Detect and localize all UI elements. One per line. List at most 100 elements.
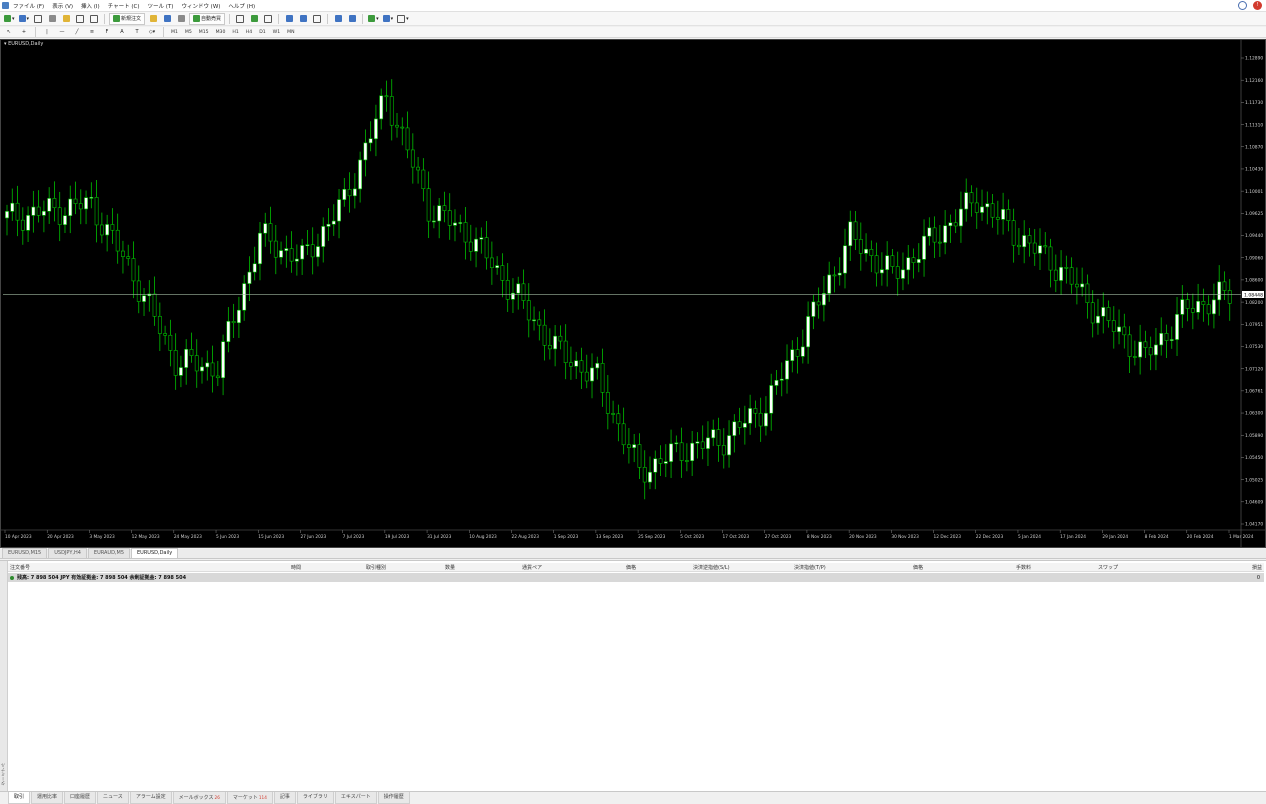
column-swap[interactable]: スワップ	[1098, 564, 1118, 571]
column-sl[interactable]: 決済逆指値(S/L)	[693, 564, 730, 571]
bear-candle	[94, 197, 99, 226]
time-tick-label: 12 May 2023	[132, 534, 160, 540]
signals-button[interactable]	[161, 14, 173, 24]
timeframe-d1[interactable]: D1	[257, 30, 267, 35]
bull-candle	[690, 442, 695, 462]
price-chart[interactable]: 1.08448 1.12890 1.12160 1.11730 1.11310 1.108…	[1, 40, 1265, 547]
zoom-in-icon	[285, 15, 293, 22]
candlestick-button[interactable]	[248, 14, 260, 24]
bull-candle	[142, 295, 146, 302]
bull-candle	[1212, 299, 1216, 315]
chart-tab-active[interactable]: EURUSD,Daily	[131, 548, 179, 558]
column-volume[interactable]: 数量	[445, 564, 455, 571]
bull-candle	[1117, 326, 1121, 332]
chart-window[interactable]: 1.08448 1.12890 1.12160 1.11730 1.11310 1.108…	[0, 39, 1266, 548]
auto-trading-button[interactable]: 自動売買	[189, 12, 226, 25]
tab-trade[interactable]: 取引	[8, 792, 31, 804]
bear-candle	[1043, 245, 1048, 248]
new-chart-button[interactable]: ▾	[3, 14, 16, 24]
timeframe-m5[interactable]: M5	[183, 30, 194, 35]
vertical-line-button[interactable]: |	[41, 27, 53, 37]
chart-tab[interactable]: USDJPY,H4	[48, 548, 87, 558]
menu-help[interactable]: ヘルプ (H)	[228, 2, 255, 10]
periods-button[interactable]: ▾	[382, 14, 395, 24]
bull-candle	[331, 220, 336, 225]
column-profit[interactable]: 損益	[1252, 564, 1262, 571]
column-symbol[interactable]: 通貨ペア	[522, 564, 542, 571]
bull-candle	[1038, 245, 1042, 254]
menu-file[interactable]: ファイル (F)	[13, 2, 44, 10]
trendline-button[interactable]: ╱	[71, 27, 83, 37]
terminal-button[interactable]	[74, 14, 86, 24]
profiles-button[interactable]: ▾	[18, 14, 31, 24]
timeframe-m1[interactable]: M1	[169, 30, 180, 35]
bear-candle	[1132, 356, 1137, 358]
chart-shift-button[interactable]	[332, 14, 344, 24]
bull-candle	[574, 360, 579, 367]
market-button[interactable]	[175, 14, 187, 24]
timeframe-m30[interactable]: M30	[214, 30, 228, 35]
autoscroll-button[interactable]	[346, 14, 358, 24]
cursor-button[interactable]: ↖	[3, 27, 15, 37]
timeframe-h4[interactable]: H4	[244, 30, 254, 35]
menu-items: ファイル (F) 表示 (V) 挿入 (I) チャート (C) ツール (T) …	[13, 2, 255, 10]
navigator-button[interactable]	[60, 14, 72, 24]
line-chart-button[interactable]	[262, 14, 274, 24]
chart-tab[interactable]: EURUSD,M15	[2, 548, 48, 558]
bull-candle	[352, 188, 357, 197]
menu-view[interactable]: 表示 (V)	[52, 2, 73, 10]
menu-chart[interactable]: チャート (C)	[108, 2, 140, 10]
shapes-button[interactable]: ◇▾	[146, 27, 158, 37]
text-button[interactable]: A	[116, 27, 128, 37]
bar-chart-button[interactable]	[234, 14, 246, 24]
channel-button[interactable]: ≡	[86, 27, 98, 37]
tab-articles[interactable]: 記事	[273, 792, 296, 804]
column-current-price[interactable]: 価格	[913, 564, 923, 571]
bear-candle	[1074, 283, 1079, 288]
label-button[interactable]: T	[131, 27, 143, 37]
timeframe-m15[interactable]: M15	[197, 30, 211, 35]
zoom-in-button[interactable]	[283, 14, 295, 24]
indicators-button[interactable]: ▾	[367, 14, 380, 24]
column-tp[interactable]: 決済指値(T/P)	[794, 564, 826, 571]
crosshair-button[interactable]: +	[18, 27, 30, 37]
tab-market[interactable]: マーケット114	[226, 792, 273, 804]
tester-button[interactable]	[88, 14, 100, 24]
terminal-side-handle[interactable]: ターミナル	[0, 561, 8, 791]
menu-tools[interactable]: ツール (T)	[148, 2, 174, 10]
column-price[interactable]: 価格	[626, 564, 636, 571]
tab-alerts[interactable]: アラーム設定	[129, 792, 172, 804]
fibonacci-button[interactable]: F	[101, 27, 113, 37]
tab-account-history[interactable]: 口座履歴	[64, 792, 97, 804]
timeframe-h1[interactable]: H1	[230, 30, 240, 35]
bear-candle	[131, 258, 136, 282]
timeframe-w1[interactable]: W1	[271, 30, 282, 35]
column-commission[interactable]: 手数料	[1016, 564, 1031, 571]
tile-windows-button[interactable]	[311, 14, 323, 24]
bull-candle	[943, 225, 948, 243]
data-window-button[interactable]	[46, 14, 58, 24]
tab-code-base[interactable]: ライブラリ	[296, 792, 334, 804]
column-order[interactable]: 注文番号	[10, 564, 30, 571]
tab-news[interactable]: ニュース	[97, 792, 129, 804]
column-time[interactable]: 時間	[291, 564, 301, 571]
tab-exposure[interactable]: 運用比率	[31, 792, 64, 804]
timeframe-mn[interactable]: MN	[285, 30, 296, 35]
meta-editor-button[interactable]	[147, 14, 159, 24]
tab-journal[interactable]: 操作履歴	[377, 792, 410, 804]
tab-mailbox[interactable]: メールボックス26	[172, 792, 226, 804]
menu-insert[interactable]: 挿入 (I)	[81, 2, 100, 10]
new-order-button[interactable]: 新規注文	[109, 12, 146, 25]
chart-tab[interactable]: EURAUD,M5	[87, 548, 131, 558]
menu-window[interactable]: ウィンドウ (W)	[181, 2, 220, 10]
horizontal-line-button[interactable]: —	[56, 27, 68, 37]
column-type[interactable]: 取引種別	[366, 564, 386, 571]
templates-button[interactable]: ▾	[396, 14, 410, 24]
search-icon[interactable]	[1238, 1, 1247, 10]
zoom-out-button[interactable]	[297, 14, 309, 24]
market-watch-button[interactable]	[32, 14, 44, 24]
tab-experts[interactable]: エキスパート	[334, 792, 377, 804]
bear-candle	[1048, 246, 1053, 271]
balance-row[interactable]: 残高: 7 898 504 JPY 有効証拠金: 7 898 504 余剰証拠金…	[8, 573, 1264, 582]
notification-icon[interactable]: !	[1253, 1, 1262, 10]
